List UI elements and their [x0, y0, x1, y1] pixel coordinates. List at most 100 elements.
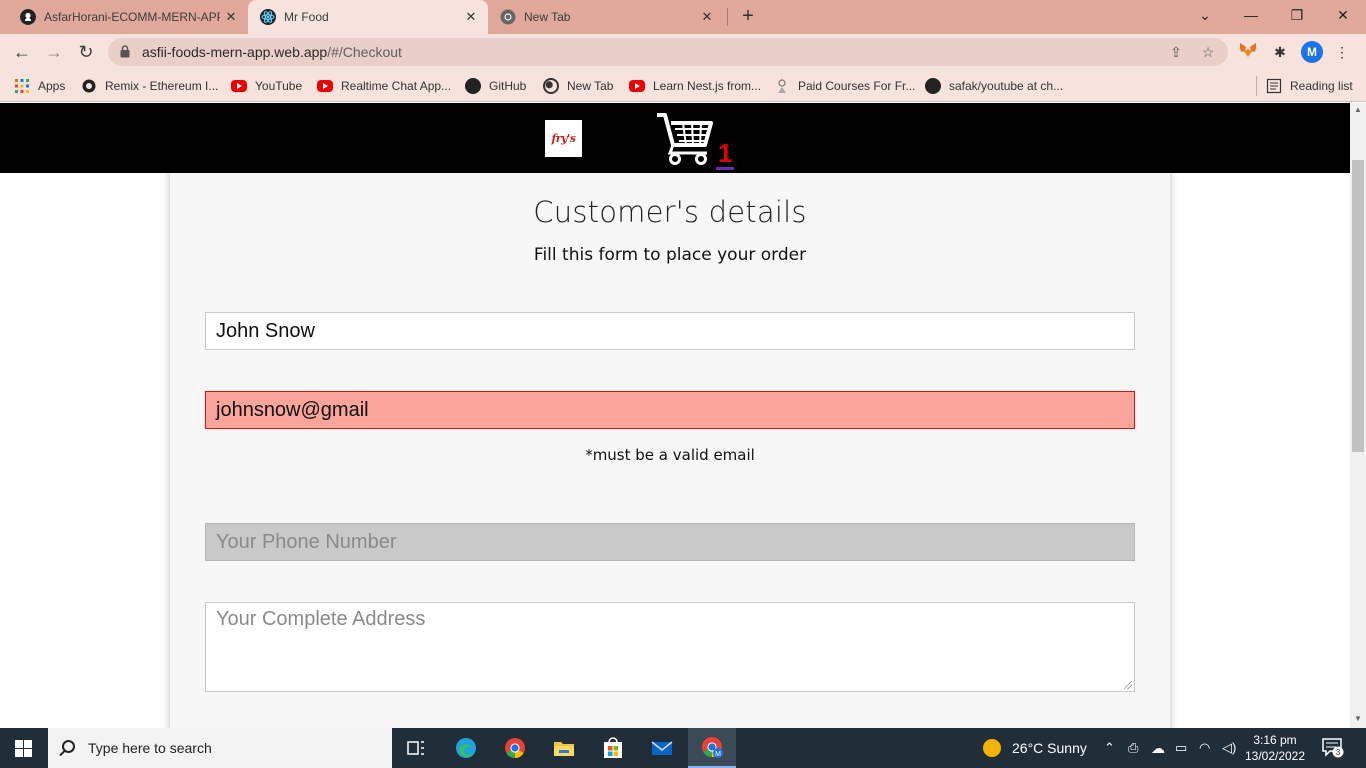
bookmark-label: YouTube [255, 79, 303, 93]
url-text: asfii-foods-mern-app.web.app/#/Checkout [142, 44, 402, 60]
name-field[interactable]: John Snow [205, 312, 1135, 350]
profile-avatar[interactable]: M [1301, 41, 1323, 63]
page-viewport: fry's 1 Customer's details Fill this for… [0, 103, 1366, 728]
bookmark-label: safak/youtube at ch... [949, 79, 1064, 93]
close-window-button[interactable]: ✕ [1320, 0, 1366, 30]
scroll-down-arrow-icon[interactable]: ▼ [1350, 714, 1366, 723]
task-view-icon [407, 741, 424, 755]
onedrive-cloud-icon[interactable]: ☁ [1151, 728, 1165, 768]
chrome-profile-icon: M [702, 737, 723, 758]
taskbar-search-box[interactable]: Type here to search [48, 728, 392, 768]
github-icon [925, 78, 941, 94]
close-tab-icon[interactable]: ✕ [460, 9, 482, 25]
minimize-button[interactable]: — [1228, 0, 1274, 30]
chevron-up-icon[interactable]: ⌃ [1104, 728, 1115, 768]
svg-text:M: M [715, 751, 721, 758]
tab-search-chevron-icon[interactable]: ⌄ [1182, 0, 1228, 30]
bookmark-label: Apps [38, 79, 66, 93]
bookmark-paid-courses[interactable]: Paid Courses For Fr... [774, 76, 915, 96]
extensions-puzzle-icon[interactable]: ✱ [1270, 42, 1290, 62]
address-placeholder: Your Complete Address [216, 608, 426, 630]
bookmark-youtube[interactable]: YouTube [231, 76, 302, 96]
taskbar-chrome[interactable] [491, 728, 539, 768]
reload-button[interactable]: ↻ [74, 40, 98, 64]
youtube-icon [231, 80, 247, 92]
logo-text: fry's [551, 132, 576, 145]
volume-icon[interactable]: ◁) [1222, 728, 1236, 768]
reading-list-label: Reading list [1290, 79, 1353, 93]
taskbar-chrome-profile[interactable]: M [688, 728, 736, 768]
phone-field[interactable]: Your Phone Number [205, 523, 1135, 561]
site-logo[interactable]: fry's [545, 120, 582, 157]
new-tab-button[interactable]: + [736, 5, 760, 29]
bookmark-new-tab[interactable]: New Tab [543, 76, 613, 96]
share-icon[interactable]: ⇪ [1168, 44, 1184, 60]
email-value: johnsnow@gmail [216, 399, 369, 421]
sun-weather-icon[interactable] [982, 738, 1002, 758]
clock-time: 3:16 pm [1253, 733, 1297, 747]
cart-count-badge[interactable]: 1 [716, 139, 735, 170]
tab-new-tab[interactable]: New Tab ✕ [488, 0, 724, 34]
email-field[interactable]: johnsnow@gmail [205, 391, 1135, 429]
reading-list-button[interactable]: Reading list [1266, 76, 1353, 96]
scroll-up-arrow-icon[interactable]: ▲ [1350, 105, 1366, 114]
taskbar-file-explorer[interactable] [540, 728, 588, 768]
meet-now-icon[interactable]: ⎙ [1128, 728, 1138, 768]
url-host: asfii-foods-mern-app.web.app [142, 44, 328, 60]
close-tab-icon[interactable]: ✕ [696, 9, 718, 25]
forward-button[interactable]: → [42, 40, 66, 64]
tab-github-repo[interactable]: AsfarHorani-ECOMM-MERN-APP ✕ [8, 0, 248, 34]
bookmark-github[interactable]: GitHub [465, 76, 526, 96]
email-error-message: *must be a valid email [585, 446, 755, 464]
bookmark-safak-youtube[interactable]: safak/youtube at ch... [925, 76, 1063, 96]
browser-toolbar: ← → ↻ asfii-foods-mern-app.web.app/#/Che… [0, 34, 1366, 70]
scrollbar-thumb[interactable] [1352, 160, 1364, 452]
reading-list-icon [1266, 78, 1282, 94]
back-button[interactable]: ← [10, 40, 34, 64]
tab-title: AsfarHorani-ECOMM-MERN-APP [44, 10, 220, 24]
page-scrollbar[interactable]: ▲ ▼ [1350, 103, 1366, 728]
windows-taskbar: Type here to search M 26°C Sunny ⌃ ⎙ ☁ ▭… [0, 728, 1366, 768]
bookmark-apps[interactable]: Apps [14, 76, 65, 96]
bookmark-divider [1256, 76, 1257, 96]
youtube-icon [629, 80, 645, 92]
url-path: /#/Checkout [327, 44, 402, 60]
course-icon [778, 79, 786, 93]
address-bar[interactable]: asfii-foods-mern-app.web.app/#/Checkout … [108, 38, 1228, 66]
form-subtitle: Fill this form to place your order [533, 245, 807, 265]
resize-handle-icon[interactable] [1124, 681, 1132, 689]
bookmark-label: Remix - Ethereum I... [105, 79, 219, 93]
bookmark-realtime-chat[interactable]: Realtime Chat App... [317, 76, 451, 96]
taskbar-edge[interactable] [442, 728, 490, 768]
close-tab-icon[interactable]: ✕ [220, 9, 242, 25]
tab-strip: AsfarHorani-ECOMM-MERN-APP ✕ Mr Food ✕ N… [0, 0, 1366, 34]
system-clock[interactable]: 3:16 pm 13/02/2022 [1240, 732, 1310, 764]
apps-grid-icon [15, 79, 29, 93]
site-header: fry's 1 [0, 103, 1350, 173]
tab-divider [727, 8, 728, 26]
lock-icon[interactable] [120, 45, 130, 58]
react-icon [260, 9, 276, 25]
address-textarea[interactable]: Your Complete Address [205, 602, 1135, 692]
shopping-cart-icon[interactable] [655, 111, 715, 165]
task-view-button[interactable] [392, 728, 440, 768]
github-icon [465, 78, 481, 94]
edge-icon [456, 738, 476, 758]
metamask-extension-icon[interactable] [1238, 42, 1258, 62]
bookmarks-bar: Apps Remix - Ethereum I... YouTube Realt… [0, 70, 1366, 102]
taskbar-mail[interactable] [638, 728, 686, 768]
taskbar-store[interactable] [589, 728, 637, 768]
bookmark-nestjs[interactable]: Learn Nest.js from... [629, 76, 761, 96]
windows-start-icon[interactable] [15, 740, 32, 757]
battery-icon[interactable]: ▭ [1175, 728, 1187, 768]
weather-text[interactable]: 26°C Sunny [1012, 728, 1087, 768]
restore-button[interactable]: ❐ [1274, 0, 1320, 30]
bookmark-remix[interactable]: Remix - Ethereum I... [81, 76, 218, 96]
wifi-icon[interactable]: ◠ [1199, 728, 1210, 768]
name-value: John Snow [216, 320, 315, 342]
menu-kebab-icon[interactable]: ⋮ [1332, 42, 1352, 62]
notification-center-icon[interactable]: 3 [1322, 738, 1344, 758]
bookmark-star-icon[interactable]: ☆ [1200, 44, 1216, 60]
tab-mr-food[interactable]: Mr Food ✕ [248, 0, 488, 34]
bookmark-label: GitHub [489, 79, 527, 93]
